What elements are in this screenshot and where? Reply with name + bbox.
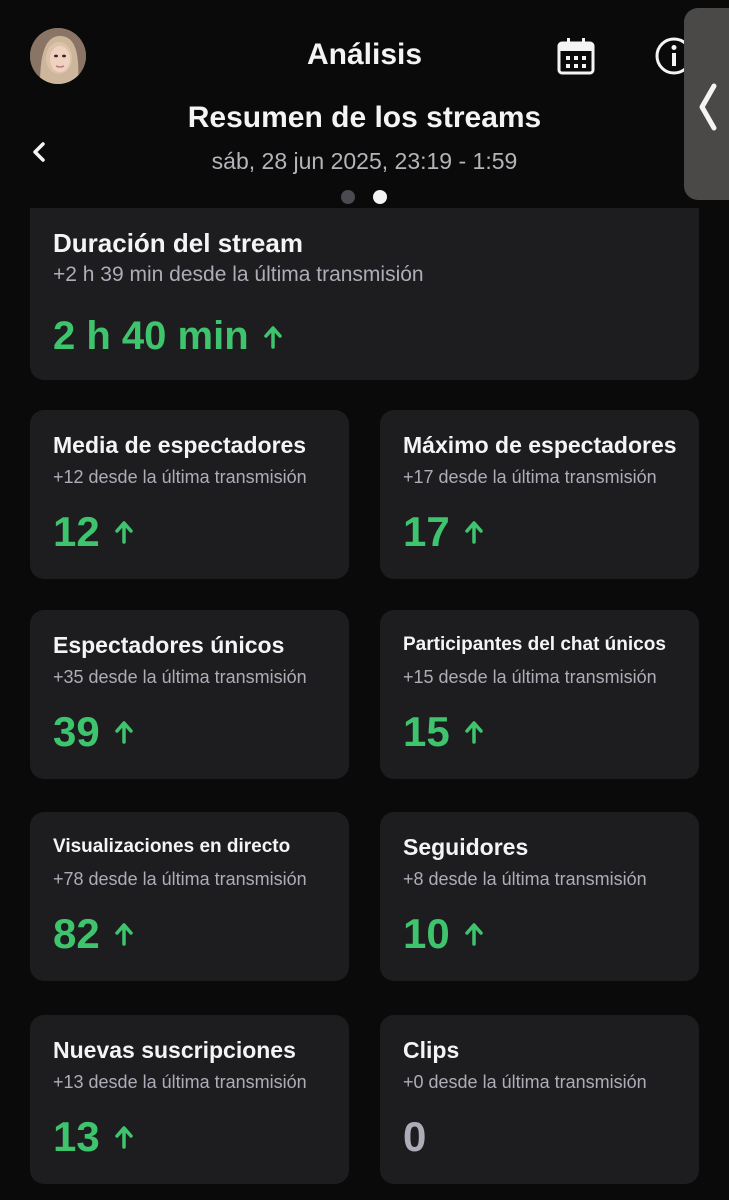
stat-title: Máximo de espectadores: [403, 432, 677, 458]
stat-change: +12 desde la última transmisión: [53, 467, 307, 487]
stat-change: +15 desde la última transmisión: [403, 667, 657, 687]
stat-value: 12: [53, 508, 100, 555]
page-dot-2[interactable]: [373, 190, 387, 204]
stat-card-followers: Seguidores +8 desde la última transmisió…: [380, 812, 699, 981]
stat-card-chat-participants: Participantes del chat únicos +15 desde …: [380, 610, 699, 779]
stat-value-row: 0: [403, 1113, 426, 1161]
stat-change: +17 desde la última transmisión: [403, 467, 657, 487]
stat-title: Clips: [403, 1037, 460, 1063]
stat-value-row: 12: [53, 508, 134, 556]
summary-date: sáb, 28 jun 2025, 23:19 - 1:59: [211, 148, 518, 174]
arrow-up-icon: [464, 923, 483, 946]
arrow-up-icon: [114, 923, 133, 946]
stat-title: Participantes del chat únicos: [403, 634, 666, 655]
calendar-icon[interactable]: [556, 36, 596, 76]
page-dot-1[interactable]: [341, 190, 355, 204]
stat-change: +0 desde la última transmisión: [403, 1072, 647, 1092]
stat-title: Media de espectadores: [53, 432, 307, 458]
stat-value: 13: [53, 1113, 100, 1160]
arrow-up-icon: [114, 521, 133, 544]
stat-card-clips: Clips +0 desde la última transmisión 0: [380, 1015, 699, 1184]
stat-title: Espectadores únicos: [53, 632, 285, 658]
stat-value-row: 17: [403, 508, 484, 556]
stat-card-unique-viewers: Espectadores únicos +35 desde la última …: [30, 610, 349, 779]
stat-change: +78 desde la última transmisión: [53, 869, 307, 889]
stat-change: +2 h 39 min desde la última transmisión: [53, 263, 424, 286]
app-title: Análisis: [306, 38, 423, 71]
arrow-up-icon: [464, 721, 483, 744]
stat-card-avg-viewers: Media de espectadores +12 desde la últim…: [30, 410, 349, 579]
stat-value-row: 2 h 40 min: [53, 314, 283, 359]
top-bar: Análisis: [0, 0, 729, 110]
stat-card-new-subs: Nuevas suscripciones +13 desde la última…: [30, 1015, 349, 1184]
stat-value-row: 10: [403, 910, 484, 958]
stat-value: 39: [53, 708, 100, 755]
arrow-up-icon: [114, 1126, 133, 1149]
stat-value: 2 h 40 min: [53, 314, 249, 358]
stat-value-row: 82: [53, 910, 134, 958]
stat-title: Visualizaciones en directo: [53, 836, 291, 857]
stat-change: +35 desde la última transmisión: [53, 667, 307, 687]
stat-value: 82: [53, 910, 100, 957]
page-indicator: [341, 190, 391, 204]
summary-title: Resumen de los streams: [187, 101, 542, 134]
stat-value-row: 15: [403, 708, 484, 756]
stat-value: 0: [403, 1113, 427, 1160]
arrow-up-icon: [263, 325, 282, 349]
stat-value-row: 13: [53, 1113, 134, 1161]
stat-value-row: 39: [53, 708, 134, 756]
stat-value: 10: [403, 910, 450, 957]
stat-card-max-viewers: Máximo de espectadores +17 desde la últi…: [380, 410, 699, 579]
stat-card-duration: Duración del stream +2 h 39 min desde la…: [30, 208, 699, 380]
stat-title: Seguidores: [403, 834, 529, 860]
stat-value: 17: [403, 508, 450, 555]
stat-card-live-views: Visualizaciones en directo +78 desde la …: [30, 812, 349, 981]
stat-value: 15: [403, 708, 450, 755]
stat-title: Duración del stream: [53, 228, 303, 258]
stat-change: +8 desde la última transmisión: [403, 869, 647, 889]
arrow-up-icon: [114, 721, 133, 744]
stat-change: +13 desde la última transmisión: [53, 1072, 307, 1092]
arrow-up-icon: [464, 521, 483, 544]
stat-title: Nuevas suscripciones: [53, 1037, 296, 1063]
